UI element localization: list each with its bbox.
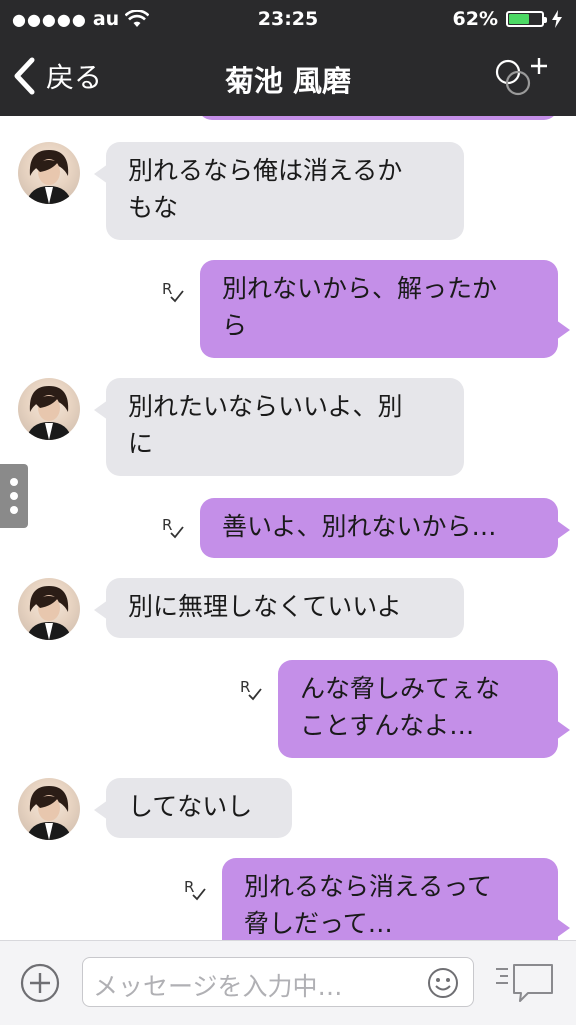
send-icon[interactable] bbox=[494, 961, 556, 1005]
svg-text:R: R bbox=[184, 878, 194, 896]
avatar[interactable] bbox=[18, 778, 80, 840]
read-receipt-icon: R bbox=[240, 678, 262, 701]
emoji-icon[interactable] bbox=[427, 967, 459, 999]
avatar[interactable] bbox=[18, 378, 80, 440]
message-bubble-outgoing[interactable]: 善いよ、別れないから… bbox=[200, 498, 570, 558]
input-bar: メッセージを入力中… bbox=[0, 940, 576, 1025]
message-bubble-outgoing[interactable]: 別れるなら消えるって 脅しだって… bbox=[222, 858, 570, 940]
battery-icon bbox=[506, 11, 547, 27]
svg-text:R: R bbox=[162, 280, 172, 298]
message-bubble-incoming[interactable]: 別れたいならいいよ、別 に bbox=[94, 378, 464, 476]
message-bubble-partial bbox=[198, 116, 558, 120]
avatar[interactable] bbox=[18, 578, 80, 640]
battery-percent: 62% bbox=[452, 8, 498, 30]
page-title: 菊池 風磨 bbox=[224, 64, 352, 98]
chat-area[interactable]: 別れるなら俺は消えるか もな R 別れないから、解ったか ら 別れたいならいいよ… bbox=[0, 116, 576, 940]
add-friend-icon[interactable] bbox=[494, 56, 550, 100]
avatar-photo bbox=[26, 586, 72, 640]
plus-icon[interactable] bbox=[20, 963, 60, 1003]
avatar-photo bbox=[26, 150, 72, 204]
message-bubble-outgoing[interactable]: んな脅しみてぇな ことすんなよ… bbox=[278, 660, 570, 758]
header: ●●●●● au 23:25 62% 戻る 菊池 風磨 bbox=[0, 0, 576, 116]
read-receipt-icon: R bbox=[162, 516, 184, 539]
message-bubble-incoming[interactable]: してないし bbox=[94, 778, 292, 838]
message-bubble-incoming[interactable]: 別に無理しなくていいよ bbox=[94, 578, 464, 638]
status-bar: ●●●●● au 23:25 62% bbox=[0, 0, 576, 38]
avatar-photo bbox=[26, 386, 72, 440]
read-receipt-icon: R bbox=[162, 280, 184, 303]
svg-text:R: R bbox=[240, 678, 250, 696]
svg-text:R: R bbox=[162, 516, 172, 534]
charging-icon bbox=[552, 10, 562, 28]
read-receipt-icon: R bbox=[184, 878, 206, 901]
side-menu-handle[interactable] bbox=[0, 464, 28, 528]
avatar[interactable] bbox=[18, 142, 80, 204]
message-input-placeholder: メッセージを入力中… bbox=[93, 972, 343, 1001]
message-input[interactable]: メッセージを入力中… bbox=[82, 957, 474, 1007]
message-bubble-incoming[interactable]: 別れるなら俺は消えるか もな bbox=[94, 142, 464, 240]
avatar-photo bbox=[26, 786, 72, 840]
message-bubble-outgoing[interactable]: 別れないから、解ったか ら bbox=[200, 260, 570, 358]
navbar: 戻る 菊池 風磨 bbox=[0, 38, 576, 116]
